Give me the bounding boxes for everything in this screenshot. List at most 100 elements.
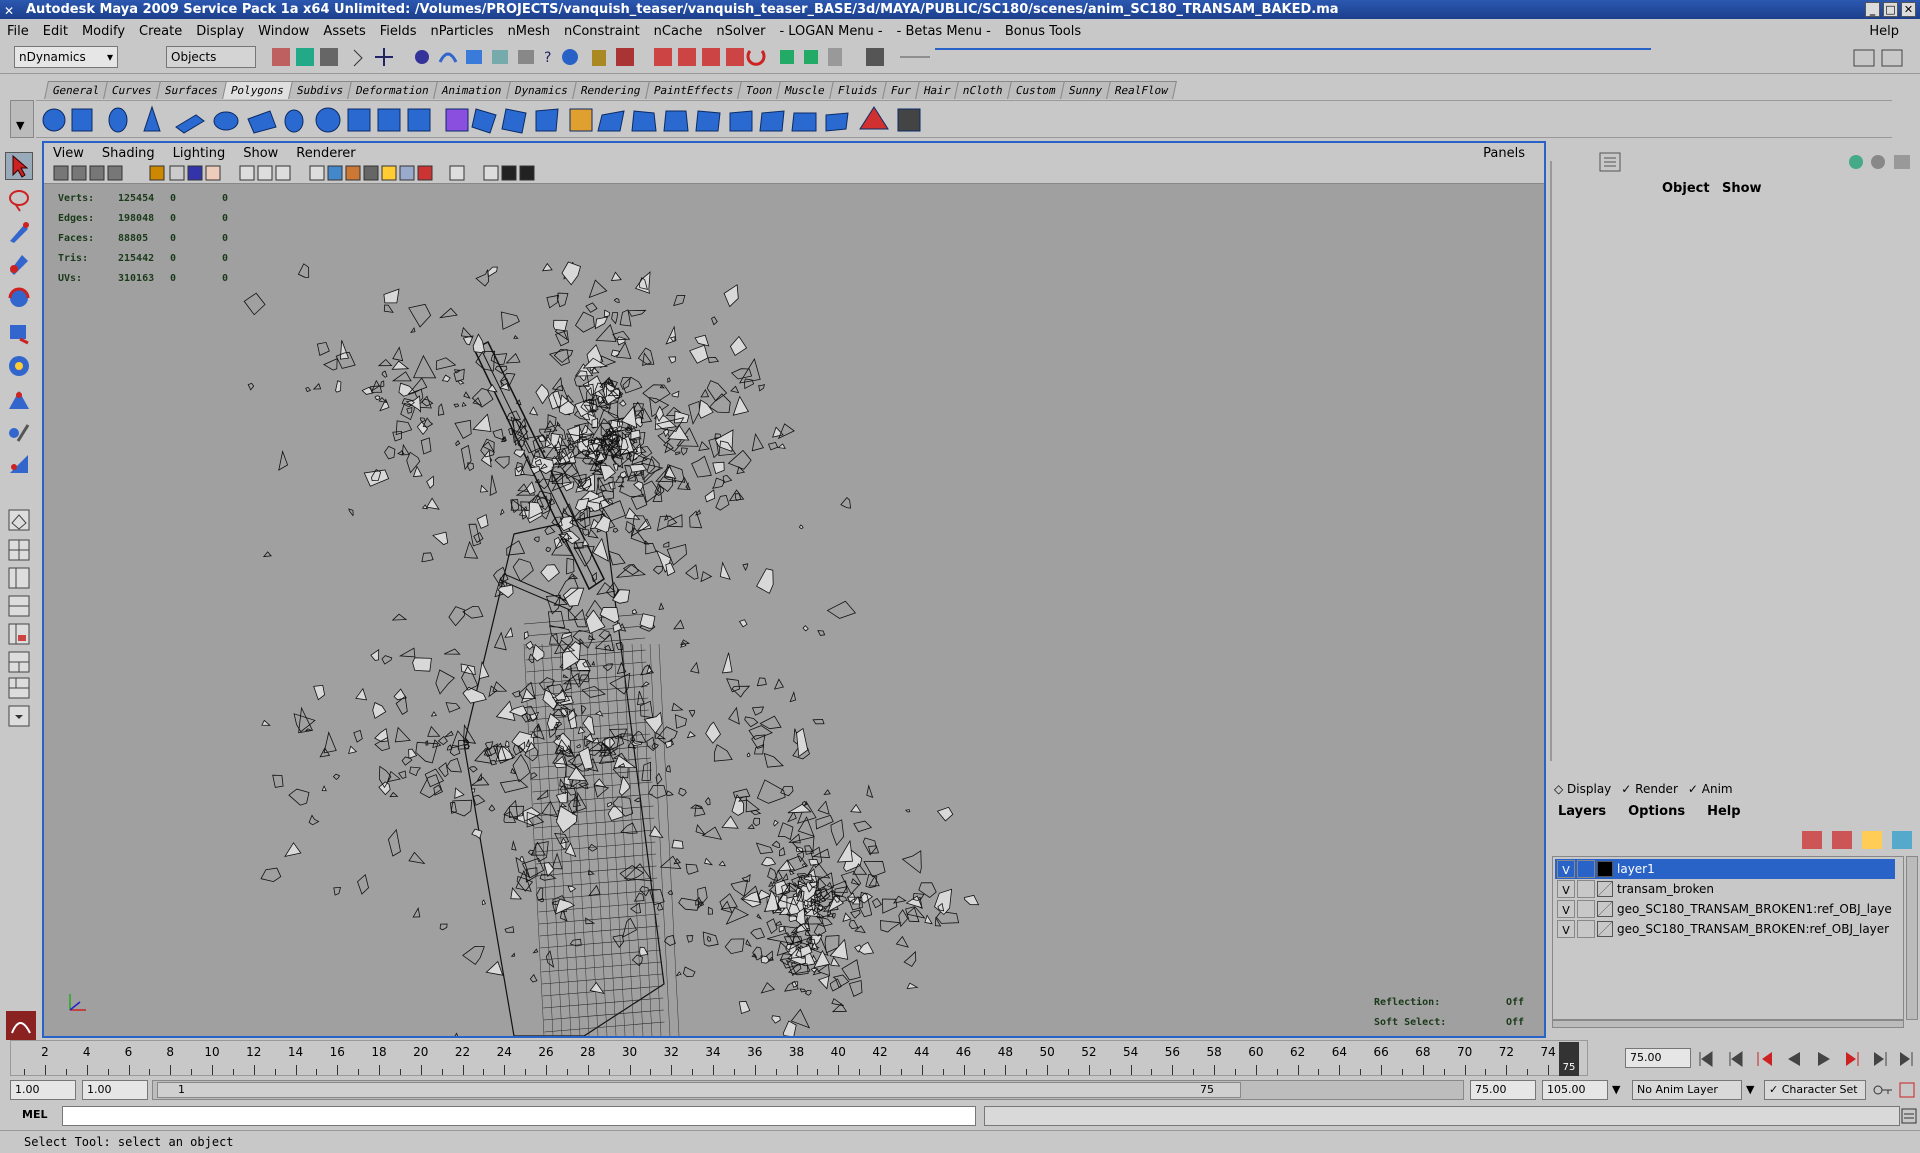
menu-ncache[interactable]: nCache (647, 24, 710, 39)
shelf-tab-sunny[interactable]: Sunny (1059, 81, 1111, 99)
vp-menu-renderer[interactable]: Renderer (287, 146, 364, 161)
menu-help[interactable]: Help (1862, 24, 1906, 39)
shelf-tab-dynamics[interactable]: Dynamics (505, 81, 577, 99)
layout-two-icon[interactable] (5, 564, 33, 592)
vp-menu-view[interactable]: View (44, 146, 93, 161)
shelf-tab-custom[interactable]: Custom (1007, 81, 1065, 99)
layer-row-transam-broken[interactable]: V transam_broken (1555, 879, 1895, 899)
layer-horizontal-scrollbar[interactable] (1552, 1020, 1904, 1028)
current-frame-marker[interactable]: 75 (1559, 1042, 1579, 1076)
layer-color-swatch[interactable] (1597, 921, 1613, 937)
move-tool-icon[interactable] (5, 250, 33, 278)
layout-hypershade-icon[interactable] (5, 648, 33, 676)
time-slider-track[interactable]: 2 4 6 8 10 12 14 16 18 20 22 24 26 28 30 32 34 36 38 40 42 44… (10, 1040, 1588, 1076)
chevron-down-icon[interactable]: ▼ (1612, 1080, 1628, 1100)
menu-modify[interactable]: Modify (75, 24, 132, 39)
layer-type-toggle[interactable] (1577, 880, 1595, 898)
panel-divider[interactable] (1550, 161, 1552, 761)
layer-vertical-scrollbar[interactable] (1906, 856, 1918, 1020)
shelf-tab-surfaces[interactable]: Surfaces (156, 81, 228, 99)
perspective-viewport[interactable]: View Shading Lighting Show Renderer Pane… (42, 141, 1546, 1038)
soft-mod-icon[interactable] (5, 386, 33, 414)
polygon-shelf-icons[interactable] (36, 101, 936, 139)
menu-nconstraint[interactable]: nConstraint (557, 24, 647, 39)
key-icons[interactable] (1870, 1080, 1918, 1100)
shelf-tab-curves[interactable]: Curves (103, 81, 162, 99)
shelf-tab-polygons[interactable]: Polygons (222, 81, 293, 99)
mel-input[interactable] (62, 1106, 976, 1126)
last-tool-icon[interactable] (5, 450, 33, 478)
shelf-tab-subdivs[interactable]: Subdivs (288, 81, 353, 99)
layer-visibility-toggle[interactable]: V (1557, 900, 1575, 918)
menu-create[interactable]: Create (132, 24, 189, 39)
shelf-tab-fur[interactable]: Fur (882, 81, 920, 99)
anim-layer-dropdown[interactable]: No Anim Layer (1632, 1080, 1742, 1100)
layer-row-broken[interactable]: V geo_SC180_TRANSAM_BROKEN:ref_OBJ_layer (1555, 919, 1895, 939)
menu-logan[interactable]: - LOGAN Menu - (772, 24, 889, 39)
statusline-icons[interactable]: ? (270, 46, 930, 70)
layout-graph-icon[interactable] (5, 674, 33, 702)
selection-mode-field[interactable]: Objects (166, 46, 256, 68)
range-slider-bar[interactable]: 1 75 (157, 1082, 1241, 1098)
panel-toggle-icons[interactable] (1852, 46, 1912, 70)
vp-menu-shading[interactable]: Shading (93, 146, 164, 161)
end-time-field[interactable]: 105.00 (1542, 1080, 1608, 1100)
lasso-tool-icon[interactable] (5, 186, 33, 214)
layer-color-swatch[interactable] (1597, 861, 1613, 877)
layer-row-broken1[interactable]: V geo_SC180_TRANSAM_BROKEN1:ref_OBJ_laye (1555, 899, 1895, 919)
layout-four-icon[interactable] (5, 536, 33, 564)
shelf-tab-realflow[interactable]: RealFlow (1106, 81, 1177, 99)
channel-box-show-menu[interactable]: Show (1722, 181, 1762, 196)
maximize-icon[interactable]: □ (1883, 2, 1898, 17)
shelf-tab-deformation[interactable]: Deformation (347, 81, 439, 99)
shelf-tab-animation[interactable]: Animation (433, 81, 511, 99)
layout-menu-button[interactable] (5, 702, 33, 730)
shelf-tab-painteffects[interactable]: PaintEffects (644, 81, 742, 99)
close-icon[interactable]: ✕ (1901, 2, 1916, 17)
menu-betas[interactable]: - Betas Menu - (890, 24, 998, 39)
script-editor-icon[interactable] (1900, 1106, 1918, 1126)
layer-mode-display[interactable]: ◇ Display (1554, 782, 1611, 796)
character-set-dropdown[interactable]: ✓ Character Set (1764, 1080, 1866, 1100)
scale-tool-icon[interactable] (5, 318, 33, 346)
layer-row-layer1[interactable]: V layer1 (1555, 859, 1895, 879)
maya-app-icon[interactable]: ✕ (4, 2, 20, 18)
menu-display[interactable]: Display (189, 24, 251, 39)
menu-nmesh[interactable]: nMesh (501, 24, 557, 39)
range-slider-track[interactable]: 1 75 (152, 1080, 1464, 1100)
select-tool-icon[interactable] (5, 152, 33, 180)
layout-outliner-icon[interactable] (5, 620, 33, 648)
minimize-icon[interactable]: _ (1865, 2, 1880, 17)
channel-box-object-menu[interactable]: Object (1662, 181, 1710, 196)
layer-visibility-toggle[interactable]: V (1557, 880, 1575, 898)
layer-buttons-icons[interactable] (1796, 828, 1916, 852)
layout-persp-graph-icon[interactable] (5, 592, 33, 620)
menu-window[interactable]: Window (251, 24, 316, 39)
shelf-tab-general[interactable]: General (44, 81, 109, 99)
layer-type-toggle[interactable] (1577, 920, 1595, 938)
vp-menu-lighting[interactable]: Lighting (164, 146, 235, 161)
universal-manip-icon[interactable] (5, 352, 33, 380)
menu-fields[interactable]: Fields (373, 24, 424, 39)
layer-options-menu[interactable]: Options (1628, 804, 1685, 819)
menu-nsolver[interactable]: nSolver (709, 24, 772, 39)
layers-menu[interactable]: Layers (1558, 804, 1606, 819)
playback-end-field[interactable]: 75.00 (1470, 1080, 1536, 1100)
start-time-field[interactable]: 1.00 (10, 1080, 76, 1100)
shelf-tab-muscle[interactable]: Muscle (776, 81, 835, 99)
layer-visibility-toggle[interactable]: V (1557, 920, 1575, 938)
layer-visibility-toggle[interactable]: V (1557, 860, 1575, 878)
layout-single-icon[interactable] (5, 506, 33, 534)
mel-label[interactable]: MEL (22, 1108, 47, 1121)
shelf-tab-ncloth[interactable]: nCloth (954, 81, 1013, 99)
playback-start-field[interactable]: 1.00 (82, 1080, 148, 1100)
channel-box-toggle-icon[interactable] (1598, 151, 1622, 173)
rotate-tool-icon[interactable] (5, 284, 33, 312)
shelf-tab-hair[interactable]: Hair (914, 81, 960, 99)
layer-type-toggle[interactable] (1577, 860, 1595, 878)
vp-menu-panels[interactable]: Panels (1474, 146, 1534, 161)
viewport-toolbar-icons[interactable] (44, 163, 564, 184)
menu-file[interactable]: File (0, 24, 36, 39)
channel-box-icons[interactable] (1846, 151, 1916, 173)
playback-controls[interactable] (1696, 1046, 1916, 1072)
